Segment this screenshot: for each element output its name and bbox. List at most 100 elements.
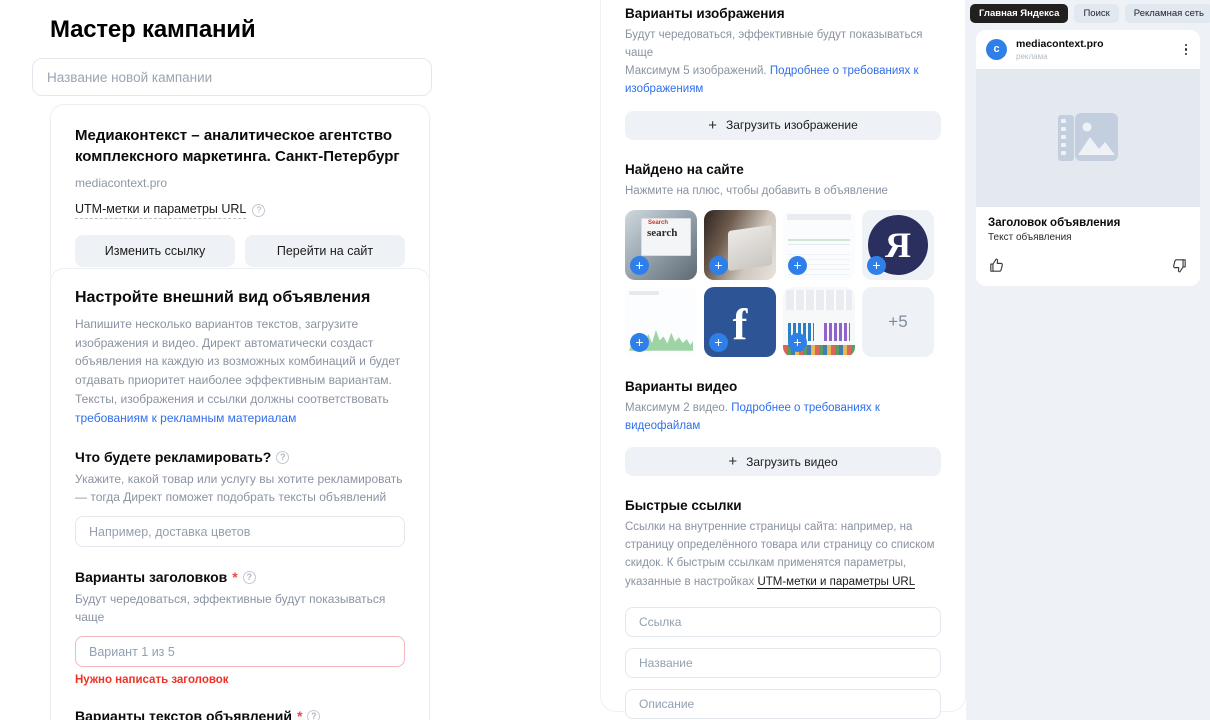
campaign-name-input[interactable]: Название новой кампании — [32, 58, 432, 96]
tab-search[interactable]: Поиск — [1074, 4, 1119, 23]
more-images-tile[interactable]: +5 — [862, 286, 934, 357]
add-image-icon[interactable]: + — [788, 255, 807, 275]
found-on-site-hint: Нажмите на плюс, чтобы добавить в объявл… — [625, 184, 888, 197]
info-icon[interactable]: ? — [307, 709, 321, 720]
preview-column: Главная Яндекса Поиск Рекламная сеть c m… — [966, 0, 1210, 720]
required-asterisk: * — [296, 708, 303, 720]
site-card: Медиаконтекст – аналитическое агентство … — [50, 104, 430, 290]
add-image-icon[interactable]: + — [630, 255, 649, 275]
preview-domain: mediacontext.pro — [1016, 38, 1104, 50]
what-advertise-placeholder: Например, доставка цветов — [89, 524, 251, 539]
utm-params-link[interactable]: UTM-метки и параметры URL — [75, 202, 247, 219]
tab-yandex-main[interactable]: Главная Яндекса — [970, 4, 1069, 23]
thumbnail-yandex-logo-image[interactable]: Я + — [862, 209, 934, 280]
thumb-art-bar — [787, 213, 851, 220]
fast-link-name-input[interactable]: Название — [625, 647, 941, 678]
ad-preview-header: c mediacontext.pro реклама — [976, 30, 1200, 69]
preview-media-placeholder — [976, 68, 1200, 207]
upload-image-button-label: Загрузить изображение — [725, 118, 858, 133]
video-variants-heading: Варианты видео — [625, 378, 738, 394]
image-variants-desc-line2: Максимум 5 изображений. — [625, 65, 770, 78]
fast-link-description-placeholder: Описание — [639, 696, 695, 711]
tab-ad-network[interactable]: Рекламная сеть — [1124, 4, 1210, 23]
thumb-art-bars-purple — [824, 322, 850, 341]
info-icon[interactable]: ? — [252, 203, 266, 217]
fast-links-description: Ссылки на внутренние страницы сайта: нап… — [625, 518, 941, 591]
more-options-icon[interactable] — [1182, 42, 1191, 58]
what-advertise-label-text: Что будете рекламировать? — [75, 449, 272, 466]
site-card-buttons: Изменить ссылку Перейти на сайт — [75, 234, 405, 267]
plus-icon: + — [728, 453, 738, 471]
fast-link-name-placeholder: Название — [639, 655, 693, 670]
info-icon[interactable]: ? — [242, 570, 256, 584]
appearance-description: Напишите несколько вариантов текстов, за… — [75, 315, 405, 427]
thumbs-up-icon[interactable] — [988, 257, 1005, 274]
ad-materials-requirements-link[interactable]: требованиям к рекламным материалам — [75, 411, 296, 425]
what-advertise-input[interactable]: Например, доставка цветов — [75, 516, 405, 548]
edit-link-button[interactable]: Изменить ссылку — [75, 234, 235, 267]
fast-link-url-placeholder: Ссылка — [639, 614, 682, 629]
title-variant-placeholder: Вариант 1 из 5 — [89, 644, 175, 659]
campaign-name-placeholder: Название новой кампании — [47, 69, 213, 85]
plus-icon: + — [708, 116, 717, 134]
thumbnail-hands-laptop-photo[interactable]: + — [704, 209, 776, 280]
app-screen: Мастер кампаний Название новой кампании … — [0, 0, 1210, 720]
found-images-grid: Search search + + + Я + + f + + +5 — [625, 209, 941, 357]
image-placeholder-icon — [1058, 112, 1118, 161]
thumbs-down-icon[interactable] — [1171, 257, 1188, 274]
appearance-heading: Настройте внешний вид объявления — [75, 289, 371, 306]
texts-label: Варианты текстов объявлений * ? — [75, 708, 405, 720]
page-title: Мастер кампаний — [50, 16, 256, 43]
thumb-art-text: search — [647, 226, 678, 239]
add-image-icon[interactable]: + — [709, 332, 728, 352]
ad-preview-body: Заголовок объявления Текст объявления — [976, 206, 1200, 247]
goto-site-button[interactable]: Перейти на сайт — [245, 234, 405, 267]
site-title: Медиаконтекст – аналитическое агентство … — [75, 127, 400, 166]
titles-label-text: Варианты заголовков — [75, 569, 228, 586]
found-on-site-heading: Найдено на сайте — [625, 161, 744, 177]
facebook-logo-icon: f — [732, 299, 748, 349]
fast-links-heading: Быстрые ссылки — [625, 498, 742, 514]
video-variants-desc-text: Максимум 2 видео. — [625, 401, 732, 414]
thumb-art-header — [629, 290, 659, 295]
image-variants-desc-line1: Будут чередоваться, эффективные будут по… — [625, 29, 923, 60]
add-image-icon[interactable]: + — [630, 332, 649, 352]
video-variants-description: Максимум 2 видео. Подробнее о требования… — [625, 399, 941, 435]
thumbnail-spreadsheet-report-photo[interactable]: + — [783, 286, 855, 357]
thumb-art-label: Search — [648, 219, 669, 226]
title-variant-input[interactable]: Вариант 1 из 5 — [75, 636, 405, 668]
upload-image-button[interactable]: + Загрузить изображение — [625, 110, 941, 140]
avatar: c — [986, 38, 1007, 60]
site-url: mediacontext.pro — [75, 175, 168, 190]
thumbnail-analytics-dashboard-photo[interactable]: + — [783, 209, 855, 280]
image-variants-description: Будут чередоваться, эффективные будут по… — [625, 26, 941, 99]
titles-label: Варианты заголовков * ? — [75, 569, 405, 585]
add-image-icon[interactable]: + — [709, 255, 728, 275]
upload-video-button-label: Загрузить видео — [746, 454, 838, 469]
utm-row: UTM-метки и параметры URL ? — [75, 202, 405, 219]
fast-link-description-input[interactable]: Описание — [625, 688, 941, 719]
preview-ad-title: Заголовок объявления — [988, 216, 1121, 229]
what-advertise-hint: Укажите, какой товар или услугу вы хотит… — [75, 472, 403, 505]
add-image-icon[interactable]: + — [867, 255, 886, 275]
required-asterisk: * — [232, 569, 238, 586]
utm-params-link[interactable]: UTM-метки и параметры URL — [757, 575, 916, 589]
thumbnail-metrics-graph-photo[interactable]: + — [625, 286, 697, 357]
thumb-art-lines — [788, 227, 850, 252]
preview-ad-label: реклама — [1016, 51, 1048, 61]
appearance-description-text: Напишите несколько вариантов текстов, за… — [75, 317, 401, 406]
upload-video-button[interactable]: + Загрузить видео — [625, 447, 941, 477]
image-variants-heading: Варианты изображения — [625, 6, 785, 21]
titles-error-message: Нужно написать заголовок — [75, 674, 229, 687]
thumbnail-search-screen-photo[interactable]: Search search + — [625, 209, 697, 280]
add-image-icon[interactable]: + — [788, 332, 807, 352]
thumbnail-facebook-logo-image[interactable]: f + — [704, 286, 776, 357]
what-advertise-label: Что будете рекламировать? ? — [75, 449, 405, 465]
ad-preview-actions — [976, 246, 1200, 286]
middle-column: Варианты изображения Будут чередоваться,… — [600, 0, 966, 719]
texts-label-text: Варианты текстов объявлений — [75, 708, 292, 720]
info-icon[interactable]: ? — [276, 450, 290, 464]
ad-preview-card: c mediacontext.pro реклама Заголовок объ… — [976, 30, 1200, 286]
fast-link-url-input[interactable]: Ссылка — [625, 606, 941, 637]
preview-tabs: Главная Яндекса Поиск Рекламная сеть — [966, 0, 1210, 23]
